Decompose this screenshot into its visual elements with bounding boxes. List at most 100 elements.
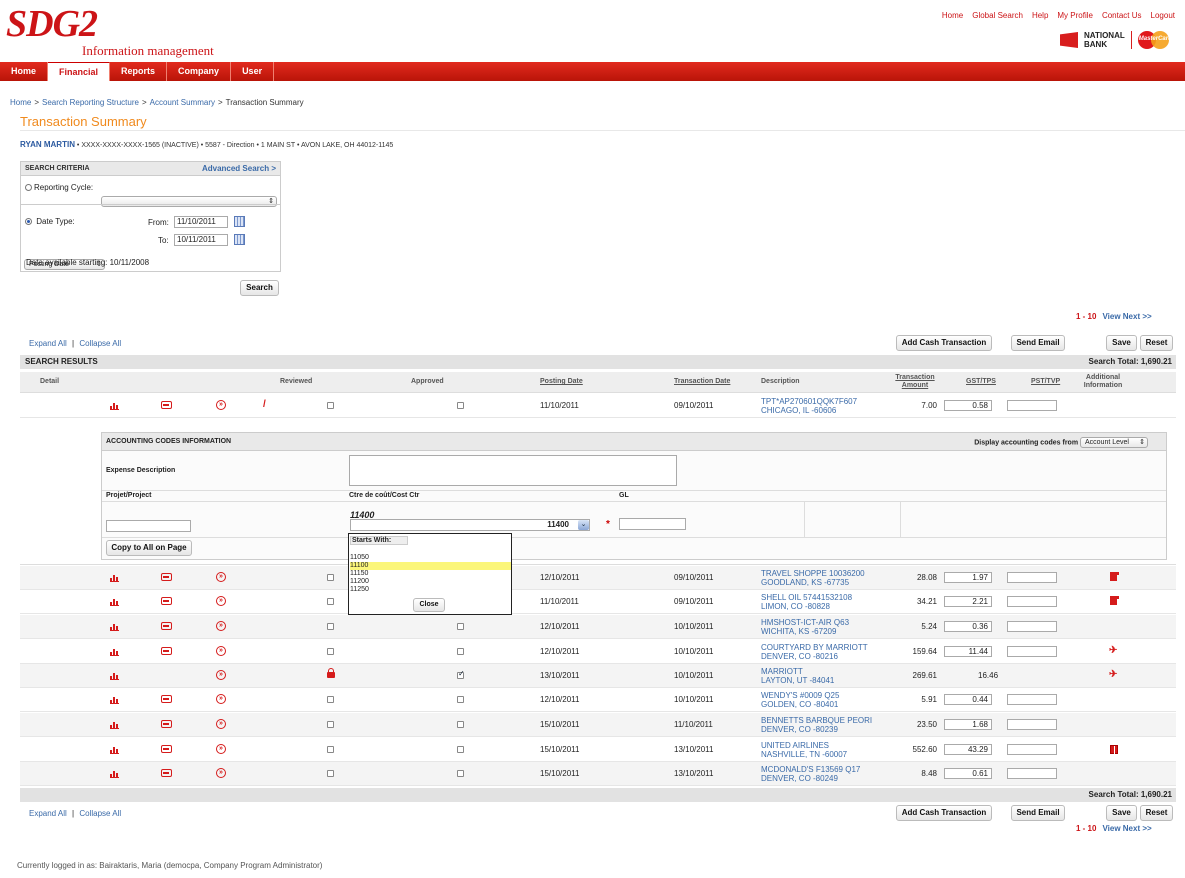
reset-button[interactable]: Reset xyxy=(1140,335,1173,351)
view-next-link[interactable]: View Next >> xyxy=(1102,312,1151,321)
reviewed-checkbox[interactable] xyxy=(327,598,334,605)
forward-icon[interactable]: » xyxy=(216,646,226,656)
description-link[interactable]: MCDONALD'S F13569 Q17 DENVER, CO -80249 xyxy=(761,765,860,783)
approved-checkbox[interactable] xyxy=(457,746,464,753)
pst-input[interactable] xyxy=(1007,719,1057,730)
forward-icon[interactable]: » xyxy=(216,400,226,410)
approved-checkbox[interactable] xyxy=(457,770,464,777)
approved-checkbox[interactable] xyxy=(457,623,464,630)
gst-input[interactable]: 0.44 xyxy=(944,694,992,705)
expand-all-link[interactable]: Expand All xyxy=(29,339,67,348)
car-icon[interactable] xyxy=(161,745,172,753)
approved-checkbox[interactable] xyxy=(457,669,465,679)
calendar-icon[interactable] xyxy=(234,234,245,245)
car-icon[interactable] xyxy=(161,720,172,728)
forward-icon[interactable]: » xyxy=(216,572,226,582)
logo[interactable]: SDG2 xyxy=(6,2,98,46)
gst-input[interactable]: 1.68 xyxy=(944,719,992,730)
pst-input[interactable] xyxy=(1007,694,1057,705)
project-input[interactable] xyxy=(106,520,191,532)
receipt-icon[interactable] xyxy=(1110,596,1119,605)
pst-input[interactable] xyxy=(1007,400,1057,411)
reviewed-checkbox[interactable] xyxy=(327,746,334,753)
description-link[interactable]: HMSHOST-ICT-AIR Q63 WICHITA, KS -67209 xyxy=(761,618,849,636)
gift-icon[interactable] xyxy=(1110,745,1118,755)
pst-input[interactable] xyxy=(1007,596,1057,607)
nav-company[interactable]: Company xyxy=(167,62,232,81)
chevron-down-icon[interactable]: ⌄ xyxy=(578,520,589,530)
receipt-icon[interactable] xyxy=(1110,572,1119,581)
cost-center-select[interactable]: 11400 xyxy=(350,519,590,531)
car-icon[interactable] xyxy=(161,695,172,703)
dropdown-option[interactable]: 11200 xyxy=(350,578,511,586)
description-link[interactable]: SHELL OIL 57441532108 LIMON, CO -80828 xyxy=(761,593,852,611)
pst-input[interactable] xyxy=(1007,621,1057,632)
pencil-icon[interactable]: / xyxy=(263,399,266,410)
breadcrumb-home[interactable]: Home xyxy=(10,98,31,107)
bar-chart-icon[interactable] xyxy=(110,597,119,606)
car-icon[interactable] xyxy=(161,622,172,630)
add-cash-transaction-button[interactable]: Add Cash Transaction xyxy=(896,805,992,821)
breadcrumb-account-summary[interactable]: Account Summary xyxy=(150,98,215,107)
description-link[interactable]: WENDY'S #0009 Q25 GOLDEN, CO -80401 xyxy=(761,691,839,709)
pst-input[interactable] xyxy=(1007,572,1057,583)
travel-icon[interactable]: ✈ xyxy=(1109,669,1117,680)
breadcrumb-search-reporting[interactable]: Search Reporting Structure xyxy=(42,98,139,107)
reset-button[interactable]: Reset xyxy=(1140,805,1173,821)
col-amount[interactable]: Transaction Amount xyxy=(892,374,938,390)
nav-user[interactable]: User xyxy=(231,62,275,81)
send-email-button[interactable]: Send Email xyxy=(1011,335,1065,351)
description-link[interactable]: COURTYARD BY MARRIOTT DENVER, CO -80216 xyxy=(761,643,868,661)
gst-input[interactable]: 1.97 xyxy=(944,572,992,583)
forward-icon[interactable]: » xyxy=(216,694,226,704)
nav-financial[interactable]: Financial xyxy=(48,62,111,81)
car-icon[interactable] xyxy=(161,597,172,605)
reviewed-checkbox[interactable] xyxy=(327,648,334,655)
top-link-contact-us[interactable]: Contact Us xyxy=(1102,11,1142,20)
expand-all-link[interactable]: Expand All xyxy=(29,809,67,818)
save-button[interactable]: Save xyxy=(1106,805,1137,821)
dropdown-option[interactable]: 11250 xyxy=(350,586,511,594)
bar-chart-icon[interactable] xyxy=(110,695,119,704)
car-icon[interactable] xyxy=(161,769,172,777)
reviewed-checkbox[interactable] xyxy=(327,402,334,409)
calendar-icon[interactable] xyxy=(234,216,245,227)
gst-input[interactable]: 0.36 xyxy=(944,621,992,632)
top-link-help[interactable]: Help xyxy=(1032,11,1048,20)
gl-input[interactable] xyxy=(619,518,686,530)
top-link-global-search[interactable]: Global Search xyxy=(972,11,1023,20)
car-icon[interactable] xyxy=(161,573,172,581)
collapse-all-link[interactable]: Collapse All xyxy=(79,339,121,348)
nav-home[interactable]: Home xyxy=(0,62,49,81)
gst-input[interactable]: 43.29 xyxy=(944,744,992,755)
forward-icon[interactable]: » xyxy=(216,768,226,778)
bar-chart-icon[interactable] xyxy=(110,401,119,410)
reporting-cycle-select[interactable] xyxy=(101,196,277,208)
bar-chart-icon[interactable] xyxy=(110,769,119,778)
reporting-cycle-radio[interactable] xyxy=(25,184,32,192)
date-type-radio[interactable] xyxy=(25,218,32,226)
expense-description-input[interactable] xyxy=(349,455,677,486)
copy-to-all-button[interactable]: Copy to All on Page xyxy=(106,540,192,556)
add-cash-transaction-button[interactable]: Add Cash Transaction xyxy=(896,335,992,351)
approved-checkbox[interactable] xyxy=(457,402,464,409)
approved-checkbox[interactable] xyxy=(457,648,464,655)
description-link[interactable]: TPT*AP270601QQK7F607 CHICAGO, IL -60606 xyxy=(761,397,857,415)
bar-chart-icon[interactable] xyxy=(110,573,119,582)
dropdown-option[interactable]: 11150 xyxy=(350,570,511,578)
description-link[interactable]: MARRIOTT LAYTON, UT -84041 xyxy=(761,667,834,685)
description-link[interactable]: TRAVEL SHOPPE 10036200 GOODLAND, KS -6773… xyxy=(761,569,865,587)
nav-reports[interactable]: Reports xyxy=(110,62,168,81)
bar-chart-icon[interactable] xyxy=(110,745,119,754)
col-gst[interactable]: GST/TPS xyxy=(966,378,996,386)
reviewed-checkbox[interactable] xyxy=(327,623,334,630)
reviewed-checkbox[interactable] xyxy=(327,770,334,777)
send-email-button[interactable]: Send Email xyxy=(1011,805,1065,821)
gst-input[interactable]: 11.44 xyxy=(944,646,992,657)
gst-input[interactable]: 0.58 xyxy=(944,400,992,411)
dropdown-close-button[interactable]: Close xyxy=(413,598,445,612)
approved-checkbox[interactable] xyxy=(457,696,464,703)
reviewed-checkbox[interactable] xyxy=(327,721,334,728)
col-transaction-date[interactable]: Transaction Date xyxy=(674,378,730,386)
view-next-link[interactable]: View Next >> xyxy=(1102,824,1151,833)
